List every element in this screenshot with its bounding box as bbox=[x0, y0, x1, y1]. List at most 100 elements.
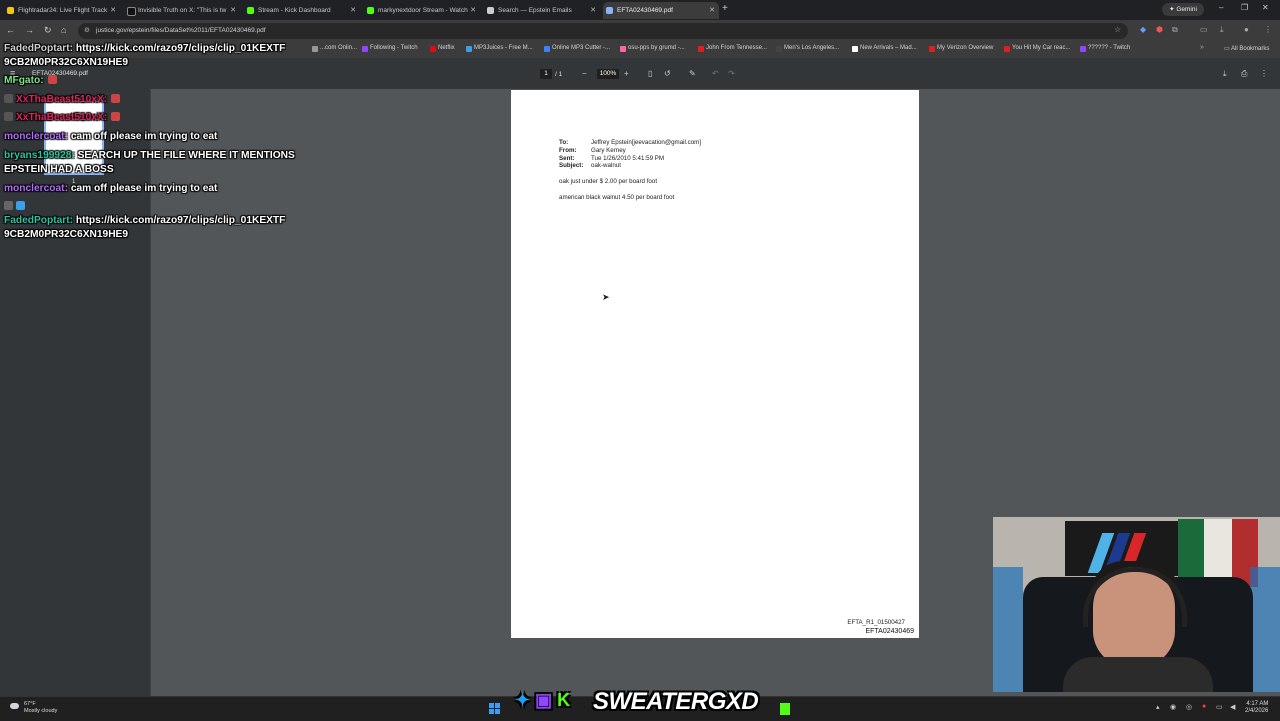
x-icon bbox=[127, 7, 136, 16]
undo-icon[interactable]: ↶ bbox=[712, 69, 719, 78]
tab-label: Invisible Truth on X: "This is tw bbox=[138, 7, 227, 14]
browser-toolbar: ← → ↻ ⌂ ⚙ justice.gov/epstein/files/Data… bbox=[0, 20, 1280, 42]
sidebar-icon[interactable]: ▭ bbox=[1200, 25, 1208, 34]
download-icon[interactable]: ⤓ bbox=[1223, 69, 1227, 79]
close-icon[interactable]: ✕ bbox=[110, 2, 116, 19]
close-icon[interactable]: ✕ bbox=[470, 2, 476, 19]
kick-icon: K bbox=[557, 690, 571, 710]
volume-icon[interactable]: ◀ bbox=[1230, 703, 1235, 711]
window-close-icon[interactable]: ✕ bbox=[1262, 3, 1269, 12]
kick-icon bbox=[367, 7, 374, 14]
back-icon[interactable]: ← bbox=[6, 25, 15, 35]
bookmark-item[interactable]: You Hit My Car reac... bbox=[1004, 45, 1070, 52]
minimize-icon[interactable]: – bbox=[1219, 3, 1223, 12]
bookmark-item[interactable]: ?????? - Twitch bbox=[1080, 45, 1130, 52]
address-bar[interactable]: ⚙ justice.gov/epstein/files/DataSet%2011… bbox=[78, 23, 1128, 39]
chat-message: FadedPoptart: https://kick.com/razo97/cl… bbox=[4, 43, 286, 68]
emote-icon bbox=[111, 94, 121, 103]
bookmark-icon bbox=[852, 46, 858, 52]
star-icon[interactable]: ☆ bbox=[1114, 25, 1121, 34]
verizon-icon bbox=[929, 46, 935, 52]
chevron-up-icon[interactable]: ▴ bbox=[1156, 703, 1160, 711]
chat-message: monclercoat: cam off please im trying to… bbox=[4, 131, 218, 142]
reload-icon[interactable]: ↻ bbox=[44, 25, 52, 36]
bookmark-icon bbox=[312, 46, 318, 52]
bookmark-icon bbox=[776, 46, 782, 52]
home-icon[interactable]: ⌂ bbox=[61, 25, 66, 35]
bookmark-item[interactable]: My Verizon Overview bbox=[929, 45, 993, 52]
emote-icon bbox=[47, 75, 57, 84]
tray-icon[interactable]: ◎ bbox=[1186, 703, 1192, 711]
bookmark-item[interactable]: New Arrivals – Mad... bbox=[852, 45, 917, 52]
page-count: / 1 bbox=[555, 71, 563, 78]
extension-icon[interactable]: ◆ bbox=[1140, 25, 1146, 34]
kick-icon bbox=[247, 7, 254, 14]
globe-icon bbox=[606, 7, 613, 14]
tab-kick-stream[interactable]: markynextdoor Stream - Watch ✕ bbox=[364, 2, 480, 19]
bookmark-item[interactable]: Following - Twitch bbox=[362, 45, 418, 52]
bookmark-item[interactable]: Netflix bbox=[430, 45, 455, 52]
restore-icon[interactable]: ❐ bbox=[1241, 3, 1248, 12]
tray-icon[interactable]: ● bbox=[1202, 703, 1206, 710]
tab-pdf[interactable]: EFTA02430469.pdf ✕ bbox=[603, 2, 719, 19]
zoom-input[interactable]: 100% bbox=[597, 69, 619, 79]
bookmark-icon bbox=[620, 46, 626, 52]
badge-icon bbox=[4, 201, 13, 210]
weather-widget[interactable]: 67°F Mostly cloudy bbox=[10, 701, 57, 715]
extensions-icon[interactable]: ⧉ bbox=[1172, 25, 1178, 35]
new-tab-button[interactable]: + bbox=[722, 3, 728, 14]
all-bookmarks[interactable]: ▭ All Bookmarks bbox=[1224, 45, 1269, 52]
zoom-in-icon[interactable]: + bbox=[624, 69, 629, 78]
close-icon[interactable]: ✕ bbox=[230, 2, 236, 19]
chat-message: XxThaBeast510xX: bbox=[4, 111, 123, 125]
bookmark-item[interactable]: Men's Los Angeles... bbox=[776, 45, 839, 52]
email-to: To: Jeffrey Epstein[jeevacation@gmail.com… bbox=[559, 139, 702, 146]
close-icon[interactable]: ✕ bbox=[350, 2, 356, 19]
page-number-input[interactable]: 1 bbox=[540, 69, 552, 79]
more-icon[interactable]: ⋮ bbox=[1260, 69, 1268, 78]
profile-icon[interactable]: ● bbox=[1244, 25, 1249, 34]
close-icon[interactable]: ✕ bbox=[709, 2, 715, 19]
bookmark-item[interactable]: Online MP3 Cutter -... bbox=[544, 45, 610, 52]
chat-message: monclercoat: cam off please im trying to… bbox=[4, 183, 218, 194]
gemini-button[interactable]: ✦ Gemini bbox=[1162, 3, 1204, 16]
site-info-icon[interactable]: ⚙ bbox=[84, 23, 90, 39]
windows-start-icon[interactable] bbox=[489, 703, 501, 715]
zoom-out-icon[interactable]: − bbox=[582, 69, 587, 78]
kick-taskbar-icon[interactable] bbox=[780, 703, 790, 715]
email-from: From: Gary Kerney bbox=[559, 147, 626, 154]
redo-icon[interactable]: ↷ bbox=[728, 69, 735, 78]
menu-icon[interactable]: ⋮ bbox=[1264, 25, 1272, 34]
adblock-icon[interactable]: ⬢ bbox=[1156, 25, 1163, 34]
chevron-right-icon[interactable]: » bbox=[1200, 44, 1204, 51]
tray-icon[interactable]: ◉ bbox=[1170, 703, 1176, 711]
bookmark-item[interactable]: MP3Juices - Free M... bbox=[466, 45, 533, 52]
download-icon[interactable]: ⤓ bbox=[1220, 25, 1224, 35]
url-text: justice.gov/epstein/files/DataSet%2011/E… bbox=[96, 27, 266, 34]
bookmark-item[interactable]: osu-pps by grumd -... bbox=[620, 45, 685, 52]
tab-label: Flightradar24: Live Flight Track bbox=[18, 7, 108, 14]
chat-badges bbox=[4, 200, 28, 214]
badge-icon bbox=[4, 94, 13, 103]
tab-label: markynextdoor Stream - Watch bbox=[378, 7, 468, 14]
annotate-icon[interactable]: ✎ bbox=[689, 69, 696, 78]
print-icon[interactable]: ⎙ bbox=[1241, 69, 1247, 79]
forward-icon[interactable]: → bbox=[25, 25, 34, 35]
network-icon[interactable]: ▭ bbox=[1216, 703, 1223, 711]
tab-flightradar[interactable]: Flightradar24: Live Flight Track ✕ bbox=[4, 2, 120, 19]
close-icon[interactable]: ✕ bbox=[590, 2, 596, 19]
twitch-icon bbox=[1080, 46, 1086, 52]
tab-x[interactable]: Invisible Truth on X: "This is tw ✕ bbox=[124, 2, 240, 19]
streamer-name: SWEATERGXD bbox=[593, 688, 759, 715]
tab-kick-dashboard[interactable]: Stream - Kick Dashboard ✕ bbox=[244, 2, 360, 19]
folder-icon: ▭ bbox=[1224, 46, 1232, 52]
netflix-icon bbox=[430, 46, 436, 52]
fit-page-icon[interactable]: ▯ bbox=[648, 69, 652, 78]
bookmark-item[interactable]: ...com Onlin... bbox=[312, 45, 357, 52]
rotate-icon[interactable]: ↺ bbox=[664, 69, 671, 78]
taskbar-clock[interactable]: 4:17 AM 2/4/2026 bbox=[1245, 701, 1268, 715]
bookmark-item[interactable]: John From Tennesse... bbox=[698, 45, 767, 52]
badge-icon bbox=[4, 112, 13, 121]
tab-epstein-search[interactable]: Search — Epstein Emails ✕ bbox=[484, 2, 600, 19]
email-sent: Sent: Tue 1/26/2010 5:41:59 PM bbox=[559, 155, 665, 162]
